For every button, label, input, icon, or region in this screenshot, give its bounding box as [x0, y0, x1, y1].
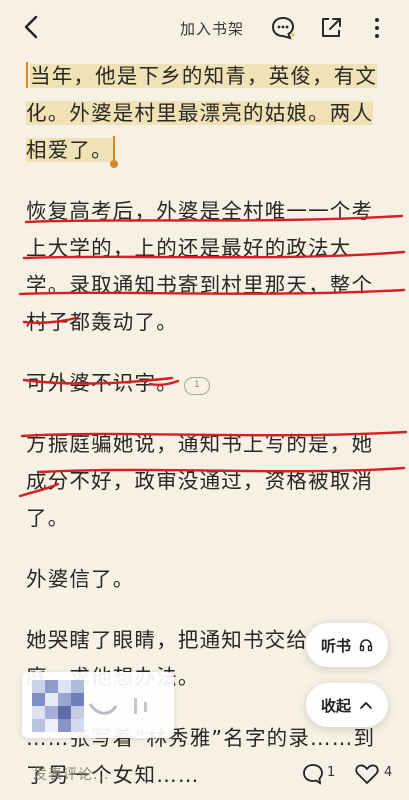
top-bar: 加入书架: [0, 0, 409, 56]
comment-count: 1: [327, 765, 336, 780]
paragraph-text: 外婆信了。: [26, 567, 135, 591]
paragraph-comment-badge[interactable]: 1: [183, 377, 210, 395]
add-to-shelf-button[interactable]: 加入书架: [180, 18, 244, 39]
selection-start-handle[interactable]: [26, 62, 28, 88]
more-vertical-icon[interactable]: [364, 15, 390, 41]
listen-book-button[interactable]: 听书: [306, 623, 388, 667]
comment-bubble-icon[interactable]: [270, 15, 296, 41]
paragraph-4[interactable]: 方振庭骗她说，通知书上写的是，她成分不好，政审没通过，资格被取消了。: [26, 426, 388, 537]
bottom-bar: 发表评论... 1 4: [0, 750, 409, 800]
paragraph-1[interactable]: 当年，他是下乡的知青，英俊，有文化。外婆是村里最漂亮的姑娘。两人相爱了。: [26, 58, 388, 169]
comment-icon[interactable]: [301, 762, 325, 786]
like-count: 4: [384, 765, 393, 780]
comment-input[interactable]: 发表评论...: [33, 764, 109, 784]
back-arrow-icon[interactable]: [20, 14, 44, 40]
selection-end-handle[interactable]: [109, 136, 118, 168]
paragraph-2[interactable]: 恢复高考后，外婆是全村唯一一个考上大学的，上的还是最好的政法大学。录取通知书寄到…: [26, 193, 388, 341]
headphones-icon: [359, 639, 373, 652]
paragraph-text: 方振庭骗她说，通知书上写的是，她成分不好，政审没通过，资格被取消了。: [26, 432, 374, 530]
heart-icon[interactable]: [354, 762, 380, 786]
collapse-label: 收起: [320, 696, 351, 715]
blurred-thumbnail: [32, 680, 84, 732]
collapse-button[interactable]: 收起: [306, 683, 388, 727]
blurred-waveform-icon: [88, 698, 147, 715]
chevron-up-icon: [360, 702, 372, 709]
paragraph-3[interactable]: 可外婆不识字。 1: [26, 365, 388, 402]
paragraph-5[interactable]: 外婆信了。: [26, 561, 388, 598]
paragraph-text: 可外婆不识字。: [26, 371, 178, 395]
share-icon[interactable]: [318, 15, 344, 41]
highlighted-text[interactable]: 当年，他是下乡的知青，英俊，有文化。外婆是村里最漂亮的姑娘。两人相爱了。: [26, 64, 378, 162]
listen-label: 听书: [320, 636, 351, 655]
paragraph-text: 恢复高考后，外婆是全村唯一一个考上大学的，上的还是最好的政法大学。录取通知书寄到…: [26, 199, 374, 334]
floating-media-card[interactable]: [22, 672, 174, 738]
